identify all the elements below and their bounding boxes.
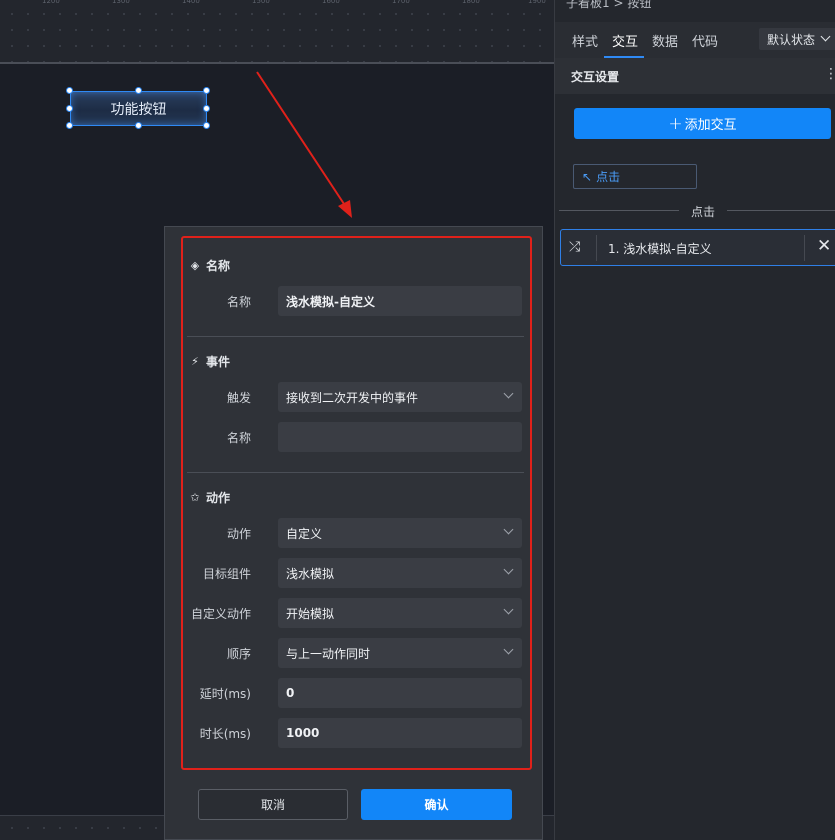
annotation-arrow xyxy=(256,71,352,218)
target-select-value: 浅水模拟 xyxy=(286,566,335,581)
pointer-click-icon: ↖ xyxy=(582,169,593,184)
tab-code[interactable]: 代码 xyxy=(692,31,718,50)
breadcrumb: 子看板1 > 按钮 xyxy=(566,0,652,10)
name-section-title: 名称 xyxy=(206,259,231,273)
state-select[interactable]: 默认状态 xyxy=(759,28,835,50)
chevron-down-icon xyxy=(503,524,514,535)
custom-action-select[interactable]: 开始模拟 xyxy=(278,598,522,628)
trigger-click-chip[interactable]: ↖ 点击 xyxy=(573,164,697,189)
action-list-item[interactable]: ⤮ 1. 浅水模拟-自定义 ✕ xyxy=(560,229,835,266)
state-select-value: 默认状态 xyxy=(767,32,816,47)
action-label: 动作 xyxy=(226,527,251,541)
panel-tabbar: 样式 交互 数据 代码 默认状态 xyxy=(555,22,835,58)
duration-input-value: 1000 xyxy=(286,726,320,740)
name-input-value: 浅水模拟-自定义 xyxy=(286,294,375,309)
trigger-chip-label: 点击 xyxy=(596,170,621,184)
plus-icon: + xyxy=(668,113,683,134)
delay-input-value: 0 xyxy=(286,686,295,700)
duration-input[interactable]: 1000 xyxy=(278,718,522,748)
custom-action-value: 开始模拟 xyxy=(286,606,335,621)
event-section-title: 事件 xyxy=(206,355,231,369)
section-divider xyxy=(187,336,524,337)
add-interaction-button[interactable]: + 添加交互 xyxy=(574,108,831,139)
duration-label: 时长(ms) xyxy=(199,727,251,741)
diamond-icon: ◈ xyxy=(190,259,200,272)
action-select[interactable]: 自定义 xyxy=(278,518,522,548)
shuffle-icon: ⤮ xyxy=(569,239,581,255)
trigger-select[interactable]: 接收到二次开发中的事件 xyxy=(278,382,522,412)
chevron-down-icon xyxy=(503,388,514,399)
trigger-label: 触发 xyxy=(226,391,251,405)
delay-label: 延时(ms) xyxy=(199,687,251,701)
order-select-value: 与上一动作同时 xyxy=(286,646,371,661)
tab-style[interactable]: 样式 xyxy=(572,31,598,50)
event-section-header: ⚡ 事件 xyxy=(189,353,230,370)
tab-data[interactable]: 数据 xyxy=(652,31,678,50)
custom-action-label: 自定义动作 xyxy=(190,607,251,621)
chevron-down-icon xyxy=(820,31,831,42)
interaction-dialog: ◈ 名称 名称 浅水模拟-自定义 ⚡ 事件 触发 接收到二次开发中的事件 名称 … xyxy=(164,226,543,840)
section-divider xyxy=(187,472,524,473)
cancel-button[interactable]: 取消 xyxy=(198,789,348,820)
tab-interaction[interactable]: 交互 xyxy=(612,31,638,50)
action-section-title: 动作 xyxy=(206,491,231,505)
target-label: 目标组件 xyxy=(202,567,251,581)
group-divider: 点击 xyxy=(559,205,835,219)
trigger-select-value: 接收到二次开发中的事件 xyxy=(286,390,419,405)
event-name-label: 名称 xyxy=(226,431,251,445)
name-input[interactable]: 浅水模拟-自定义 xyxy=(278,286,522,316)
more-icon[interactable]: ⋮ xyxy=(824,66,835,82)
highlight-frame: ◈ 名称 名称 浅水模拟-自定义 ⚡ 事件 触发 接收到二次开发中的事件 名称 … xyxy=(181,236,532,770)
interaction-settings-header: 交互设置 ⋮ xyxy=(555,58,835,94)
action-select-value: 自定义 xyxy=(286,526,323,541)
order-select[interactable]: 与上一动作同时 xyxy=(278,638,522,668)
chevron-down-icon xyxy=(503,564,514,575)
target-select[interactable]: 浅水模拟 xyxy=(278,558,522,588)
name-section-header: ◈ 名称 xyxy=(189,257,230,274)
lightning-icon: ⚡ xyxy=(191,355,199,368)
properties-panel: 子看板1 > 按钮 样式 交互 数据 代码 默认状态 交互设置 ⋮ + 添加交互… xyxy=(554,0,835,840)
action-item-label: 1. 浅水模拟-自定义 xyxy=(608,242,712,256)
delay-input[interactable]: 0 xyxy=(278,678,522,708)
group-label: 点击 xyxy=(690,205,715,219)
confirm-button[interactable]: 确认 xyxy=(361,789,512,820)
star-icon: ✩ xyxy=(190,491,200,504)
name-label: 名称 xyxy=(226,295,251,309)
close-icon[interactable]: ✕ xyxy=(817,236,831,256)
section-title: 交互设置 xyxy=(571,70,620,84)
chevron-down-icon xyxy=(503,644,514,655)
action-section-header: ✩ 动作 xyxy=(189,489,230,506)
add-interaction-label: 添加交互 xyxy=(684,118,737,133)
chevron-down-icon xyxy=(503,604,514,615)
event-name-input[interactable] xyxy=(278,422,522,452)
order-label: 顺序 xyxy=(226,647,251,661)
